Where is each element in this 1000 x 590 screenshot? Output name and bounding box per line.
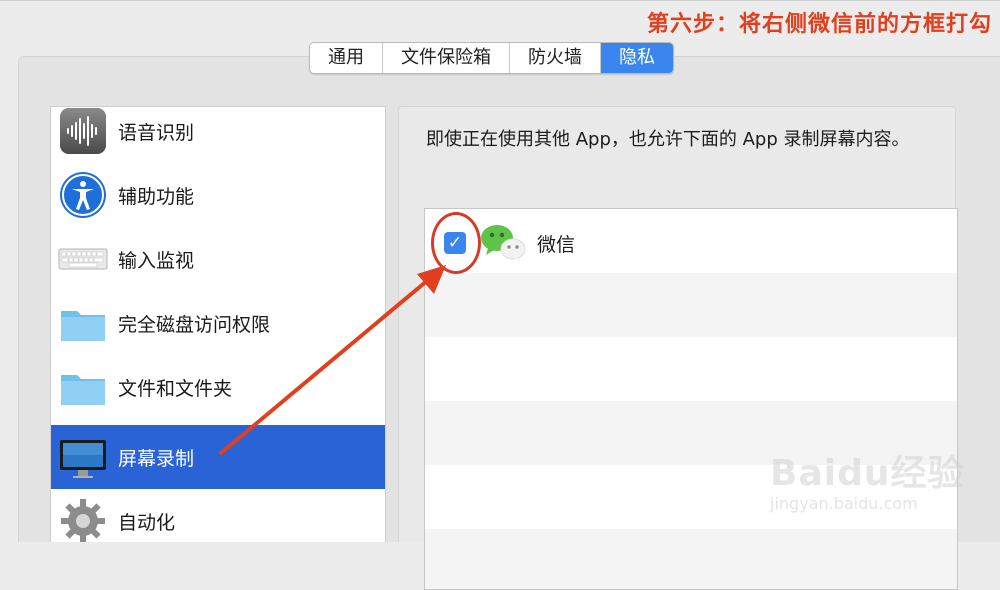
gear-icon bbox=[61, 499, 105, 542]
wechat-icon bbox=[481, 225, 526, 262]
sidebar-item-label: 文件和文件夹 bbox=[118, 377, 233, 400]
empty-row bbox=[425, 273, 957, 337]
highlight-circle bbox=[431, 212, 481, 274]
sidebar-item-files-and-folders[interactable]: 文件和文件夹 bbox=[51, 355, 385, 419]
sidebar-item-label: 自动化 bbox=[118, 511, 176, 534]
accessibility-icon bbox=[60, 172, 106, 218]
tab-firewall[interactable]: 防火墙 bbox=[510, 43, 601, 73]
sidebar-item-label: 完全磁盘访问权限 bbox=[118, 313, 271, 336]
empty-row bbox=[425, 337, 957, 401]
empty-row bbox=[425, 529, 957, 589]
tab-filevault[interactable]: 文件保险箱 bbox=[383, 43, 510, 73]
sidebar-item-input-monitoring[interactable]: 输入监视 bbox=[51, 227, 385, 291]
folder-icon bbox=[61, 311, 105, 341]
pane-description: 即使正在使用其他 App，也允许下面的 App 录制屏幕内容。 bbox=[426, 129, 910, 150]
watermark-url: jingyan.baidu.com bbox=[770, 494, 918, 513]
sidebar-item-label: 屏幕录制 bbox=[118, 447, 195, 470]
waveform-icon bbox=[60, 108, 106, 154]
sidebar-item-speech-recognition[interactable]: 语音识别 bbox=[51, 107, 385, 163]
sidebar-item-full-disk-access[interactable]: 完全磁盘访问权限 bbox=[51, 291, 385, 355]
sidebar-item-accessibility[interactable]: 辅助功能 bbox=[51, 163, 385, 227]
sidebar-item-label: 辅助功能 bbox=[118, 185, 195, 208]
list-item-wechat: ✓ 微信 bbox=[425, 209, 957, 273]
app-name: 微信 bbox=[537, 234, 576, 256]
app-list: ✓ 微信 bbox=[424, 208, 958, 590]
tab-bar: 通用 文件保险箱 防火墙 隐私 bbox=[309, 42, 674, 74]
tab-privacy[interactable]: 隐私 bbox=[601, 43, 673, 73]
keyboard-icon bbox=[58, 248, 108, 270]
step-caption: 第六步：将右侧微信前的方框打勾 bbox=[646, 12, 992, 37]
privacy-category-list: 语音识别 辅助功能 输入监视 完全磁盘访问权限 文件和文件夹 屏幕录制 自动化 bbox=[50, 106, 386, 542]
display-icon bbox=[60, 440, 106, 478]
folder-icon bbox=[61, 375, 105, 405]
sidebar-item-screen-recording[interactable]: 屏幕录制 bbox=[51, 425, 385, 489]
watermark-logo: Baidu经验 bbox=[770, 453, 965, 494]
watermark: Baidu经验 jingyan.baidu.com bbox=[770, 432, 990, 532]
sidebar-item-label: 语音识别 bbox=[118, 121, 195, 144]
sidebar-item-label: 输入监视 bbox=[118, 249, 195, 272]
tab-general[interactable]: 通用 bbox=[310, 43, 383, 73]
sidebar-item-automation[interactable]: 自动化 bbox=[51, 489, 385, 542]
